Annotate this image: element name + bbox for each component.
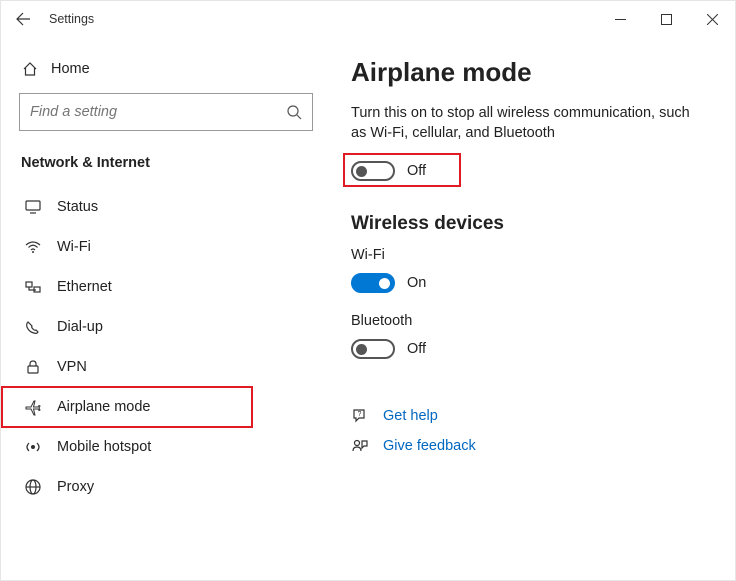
maximize-icon [661, 14, 672, 25]
minimize-icon [615, 14, 626, 25]
wifi-toggle[interactable] [351, 273, 395, 293]
nav-ethernet[interactable]: Ethernet [19, 267, 313, 307]
search-field[interactable] [30, 104, 261, 120]
category-header: Network & Internet [19, 149, 313, 187]
maximize-button[interactable] [643, 3, 689, 35]
nav-dialup[interactable]: Dial-up [19, 307, 313, 347]
content-area: Airplane mode Turn this on to stop all w… [331, 37, 735, 580]
wifi-toggle-row: On [351, 269, 695, 297]
nav-status[interactable]: Status [19, 187, 313, 227]
home-label: Home [51, 61, 90, 77]
hotspot-icon [23, 438, 43, 456]
help-links: ? Get help Give feedback [351, 407, 695, 455]
give-feedback-link[interactable]: Give feedback [351, 437, 695, 455]
wireless-header: Wireless devices [351, 213, 695, 235]
nav-hotspot[interactable]: Mobile hotspot [19, 427, 313, 467]
nav-label: Status [57, 199, 98, 215]
nav-label: VPN [57, 359, 87, 375]
nav-label: Ethernet [57, 279, 112, 295]
nav-label: Dial-up [57, 319, 103, 335]
minimize-button[interactable] [597, 3, 643, 35]
window-controls [597, 3, 735, 35]
nav-vpn[interactable]: VPN [19, 347, 313, 387]
close-button[interactable] [689, 3, 735, 35]
nav-label: Mobile hotspot [57, 439, 151, 455]
title-bar: Settings [1, 1, 735, 37]
page-description: Turn this on to stop all wireless commun… [351, 104, 695, 143]
ethernet-icon [23, 278, 43, 296]
feedback-label: Give feedback [383, 438, 476, 454]
bluetooth-toggle-row: Off [351, 335, 695, 363]
home-icon [21, 61, 39, 77]
arrow-left-icon [15, 11, 31, 27]
nav-label: Proxy [57, 479, 94, 495]
nav-airplane[interactable]: Airplane mode [19, 387, 313, 427]
vpn-icon [23, 358, 43, 376]
help-label: Get help [383, 408, 438, 424]
svg-text:?: ? [358, 411, 362, 418]
nav-list: Status Wi-Fi Ethernet Dial-up VPN Ai [19, 187, 313, 507]
search-icon [286, 104, 302, 120]
bluetooth-label: Bluetooth [351, 313, 695, 329]
dialup-icon [23, 318, 43, 336]
wifi-toggle-state: On [407, 275, 426, 291]
proxy-icon [23, 478, 43, 496]
airplane-icon [23, 398, 43, 416]
wifi-icon [23, 238, 43, 256]
airplane-toggle[interactable] [351, 161, 395, 181]
back-button[interactable] [15, 11, 39, 27]
airplane-toggle-state: Off [407, 163, 426, 179]
page-title: Airplane mode [351, 57, 695, 88]
bluetooth-toggle-state: Off [407, 341, 426, 357]
home-button[interactable]: Home [19, 55, 313, 91]
bluetooth-toggle[interactable] [351, 339, 395, 359]
status-icon [23, 198, 43, 216]
search-input[interactable] [19, 93, 313, 131]
nav-label: Airplane mode [57, 399, 151, 415]
nav-proxy[interactable]: Proxy [19, 467, 313, 507]
airplane-toggle-row: Off [351, 157, 695, 185]
window-title: Settings [49, 12, 597, 26]
close-icon [707, 14, 718, 25]
nav-label: Wi-Fi [57, 239, 91, 255]
get-help-link[interactable]: ? Get help [351, 407, 695, 425]
help-icon: ? [351, 407, 369, 425]
wifi-label: Wi-Fi [351, 247, 695, 263]
feedback-icon [351, 437, 369, 455]
sidebar: Home Network & Internet Status Wi-Fi Eth… [1, 37, 331, 580]
nav-wifi[interactable]: Wi-Fi [19, 227, 313, 267]
